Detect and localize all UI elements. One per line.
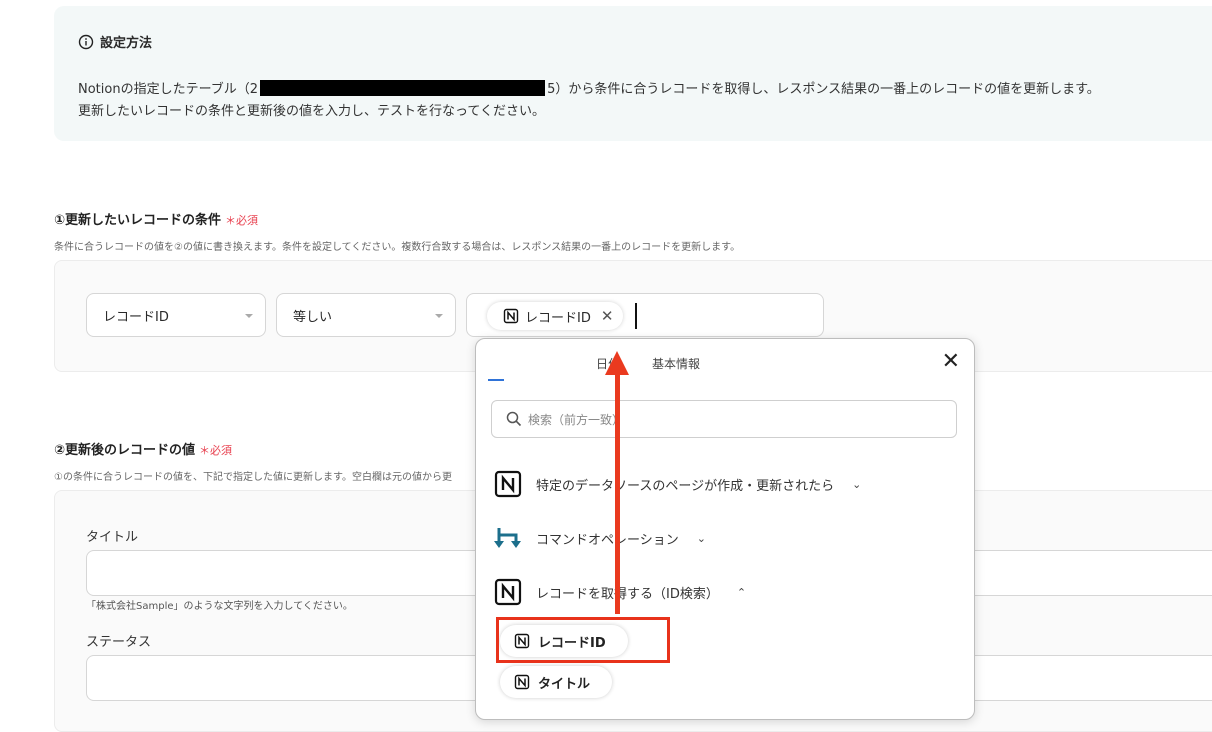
condition-value-input[interactable]: レコードID ✕ <box>466 293 824 337</box>
info-line-2: 更新したいレコードの条件と更新後の値を入力し、テストを行なってください。 <box>78 104 545 119</box>
close-icon[interactable]: ✕ <box>942 351 960 373</box>
notion-icon <box>503 308 519 324</box>
update-label: ②更新後のレコードの値 ＊必須 <box>54 443 233 458</box>
title-hint: 「株式会社Sample」のような文字列を入力してください。 <box>86 601 353 612</box>
chevron-up-icon: ⌃ <box>736 585 747 599</box>
update-desc: ①の条件に合うレコードの値を、下記で指定した値に更新します。空白欄は元の値から更 <box>54 472 452 483</box>
condition-label: ①更新したいレコードの条件 ＊必須 <box>54 213 259 228</box>
title-field-label: タイトル <box>86 530 139 545</box>
annotation-arrow-shaft <box>615 372 620 614</box>
caret-down-icon <box>435 314 443 318</box>
search-input[interactable]: 検索（前方一致） <box>491 400 957 438</box>
tab-basic-info[interactable]: 基本情報 <box>652 355 700 372</box>
group-command-operation[interactable]: コマンドオペレーション ⌄ <box>494 524 706 552</box>
condition-desc: 条件に合うレコードの値を②の値に書き換えます。条件を設定してください。複数行合致… <box>54 242 741 253</box>
required-mark: ＊必須 <box>225 214 259 227</box>
command-operation-icon <box>494 528 521 548</box>
redacted-block <box>260 80 546 96</box>
field-select[interactable]: レコードID <box>86 293 266 337</box>
value-chip[interactable]: レコードID ✕ <box>487 302 624 330</box>
operator-select[interactable]: 等しい <box>276 293 456 337</box>
required-mark: ＊必須 <box>199 444 233 457</box>
info-line-1: Notionの指定したテーブル（2 5）から条件に合うレコードを取得し、レスポンス… <box>78 80 1100 97</box>
highlight-box <box>496 617 670 663</box>
group-data-source-trigger[interactable]: 特定のデータソースのページが作成・更新されたら ⌄ <box>494 470 861 498</box>
tab-indicator <box>488 379 504 381</box>
notion-icon <box>494 578 522 606</box>
group-get-record[interactable]: レコードを取得する（ID検索） ⌃ <box>494 578 746 606</box>
info-icon <box>78 34 94 49</box>
text-cursor <box>635 303 637 329</box>
annotation-arrow-head <box>605 351 629 375</box>
info-title: 設定方法 <box>78 32 152 51</box>
notion-icon <box>494 470 522 498</box>
close-icon[interactable]: ✕ <box>601 307 614 325</box>
info-title-text: 設定方法 <box>100 36 153 51</box>
search-icon <box>506 411 522 427</box>
notion-icon <box>514 674 530 690</box>
caret-down-icon <box>245 314 253 318</box>
info-box: 設定方法 Notionの指定したテーブル（2 5）から条件に合うレコードを取得し、… <box>54 6 1212 141</box>
chevron-down-icon: ⌄ <box>696 531 706 545</box>
item-title[interactable]: タイトル <box>500 666 613 698</box>
status-field-label: ステータス <box>86 635 152 650</box>
chevron-down-icon: ⌄ <box>852 477 862 491</box>
